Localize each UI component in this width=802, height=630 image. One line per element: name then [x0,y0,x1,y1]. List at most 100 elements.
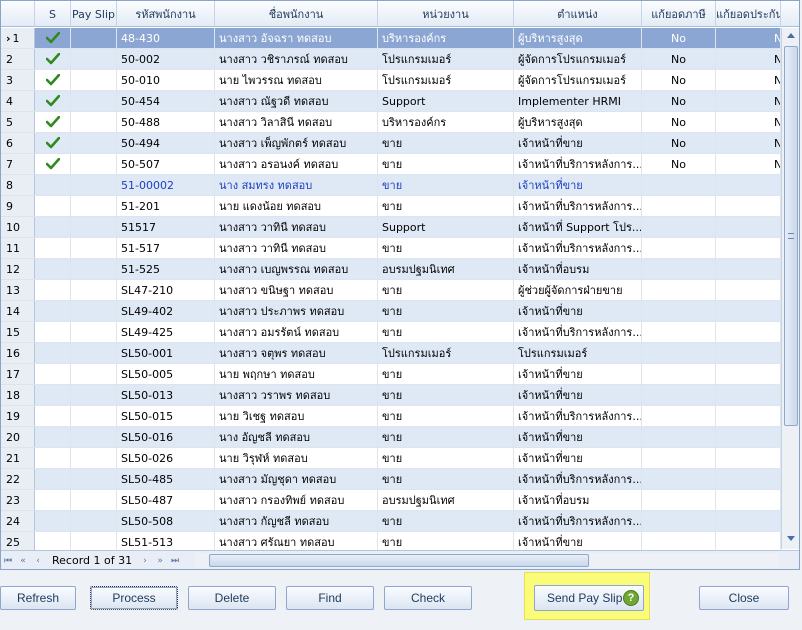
selected-checkmark[interactable] [35,364,71,384]
tax-edit-cell[interactable] [642,511,716,531]
table-row[interactable]: 10 51517 นางสาว วาทินี ทดสอบ Support เจ้าหน้… [1,217,781,238]
department-cell[interactable]: ขาย [378,511,514,531]
table-row[interactable]: 24 SL50-508 นางสาว กัญชลี ทดสอบ ขาย เจ้าหน้า… [1,511,781,532]
employee-name-cell[interactable]: นางสาว เพ็ญพักตร์ ทดสอบ [215,133,378,153]
employee-code-cell[interactable]: SL49-425 [117,322,215,342]
employee-code-cell[interactable]: 50-488 [117,112,215,132]
tax-edit-cell[interactable] [642,322,716,342]
selected-checkmark[interactable] [35,112,71,132]
scroll-down-icon[interactable] [787,536,795,541]
table-row[interactable]: 17 SL50-005 นาย พฤกษา ทดสอบ ขาย เจ้าหน้าที่ข… [1,364,781,385]
table-row[interactable]: 4 50-454 นางสาว ณัฐวดี ทดสอบ Support Impleme… [1,91,781,112]
employee-name-cell[interactable]: นางสาว วาทินี ทดสอบ [215,238,378,258]
payslip-cell[interactable] [71,385,117,405]
selected-checkmark[interactable] [35,427,71,447]
social-security-edit-cell[interactable] [716,301,781,321]
table-row[interactable]: 2 50-002 นางสาว วชิราภรณ์ ทดสอบ โปรแกรมเมอร… [1,49,781,70]
tax-edit-cell[interactable]: No [642,28,716,48]
last-record-icon[interactable]: ⏭ [168,554,182,568]
selected-checkmark[interactable] [35,280,71,300]
selected-checkmark[interactable] [35,175,71,195]
social-security-edit-cell[interactable] [716,280,781,300]
payslip-cell[interactable] [71,448,117,468]
position-cell[interactable]: เจ้าหน้าที่บริการหลังการ... [514,154,642,174]
table-row[interactable]: 13 SL47-210 นางสาว ขนิษฐา ทดสอบ ขาย ผู้ช่วยผ… [1,280,781,301]
department-cell[interactable]: ขาย [378,154,514,174]
department-cell[interactable]: อบรมปฐมนิเทศ [378,490,514,510]
selected-checkmark[interactable] [35,448,71,468]
department-cell[interactable]: ขาย [378,364,514,384]
position-cell[interactable]: เจ้าหน้าที่ขาย [514,175,642,195]
tax-edit-cell[interactable] [642,343,716,363]
position-cell[interactable]: Implementer HRMI [514,91,642,111]
tax-edit-cell[interactable] [642,217,716,237]
refresh-button[interactable]: Refresh [0,586,76,610]
column-header-name[interactable]: ชื่อพนักงาน [215,1,378,27]
previous-page-icon[interactable]: « [16,554,30,568]
employee-name-cell[interactable]: นางสาว วาทินี ทดสอบ [215,217,378,237]
position-cell[interactable]: ผู้บริหารสูงสุด [514,28,642,48]
tax-edit-cell[interactable]: No [642,49,716,69]
tax-edit-cell[interactable]: No [642,70,716,90]
social-security-edit-cell[interactable] [716,343,781,363]
position-cell[interactable]: เจ้าหน้าที่ขาย [514,133,642,153]
employee-grid[interactable]: S Pay Slip รหัสพนักงาน ชื่อพนักงาน หน่วยงานต… [0,0,800,570]
tax-edit-cell[interactable]: No [642,133,716,153]
selected-checkmark[interactable] [35,301,71,321]
vertical-scrollbar[interactable] [781,28,799,549]
employee-code-cell[interactable]: 50-454 [117,91,215,111]
employee-code-cell[interactable]: SL51-513 [117,532,215,552]
position-cell[interactable]: ผู้บริหารสูงสุด [514,112,642,132]
employee-name-cell[interactable]: นาย วิรุฬห์ ทดสอบ [215,448,378,468]
employee-name-cell[interactable]: นางสาว วราพร ทดสอบ [215,385,378,405]
employee-code-cell[interactable]: SL50-001 [117,343,215,363]
employee-code-cell[interactable]: SL50-485 [117,469,215,489]
selected-checkmark[interactable] [35,70,71,90]
payslip-cell[interactable] [71,364,117,384]
employee-code-cell[interactable]: 50-010 [117,70,215,90]
employee-code-cell[interactable]: SL50-508 [117,511,215,531]
social-security-edit-cell[interactable] [716,217,781,237]
social-security-edit-cell[interactable] [716,511,781,531]
position-cell[interactable]: เจ้าหน้าที่ขาย [514,448,642,468]
position-cell[interactable]: เจ้าหน้าที่ขาย [514,532,642,552]
employee-code-cell[interactable]: SL50-005 [117,364,215,384]
department-cell[interactable]: ขาย [378,427,514,447]
selected-checkmark[interactable] [35,343,71,363]
payslip-cell[interactable] [71,259,117,279]
employee-code-cell[interactable]: 51-201 [117,196,215,216]
employee-name-cell[interactable]: นาง อัญชลี ทดสอบ [215,427,378,447]
payslip-cell[interactable] [71,238,117,258]
selected-checkmark[interactable] [35,490,71,510]
social-security-edit-cell[interactable] [716,385,781,405]
selected-checkmark[interactable] [35,154,71,174]
payslip-cell[interactable] [71,49,117,69]
selected-checkmark[interactable] [35,259,71,279]
position-cell[interactable]: เจ้าหน้าที่บริการหลังการ... [514,406,642,426]
employee-code-cell[interactable]: 51-517 [117,238,215,258]
send-pay-slip-button[interactable]: Send Pay Slip ? [534,585,644,611]
tax-edit-cell[interactable] [642,469,716,489]
next-record-icon[interactable]: › [138,554,152,568]
employee-name-cell[interactable]: นางสาว อัจฉรา ทดสอบ [215,28,378,48]
position-cell[interactable]: โปรแกรมเมอร์ [514,343,642,363]
vertical-scroll-thumb[interactable] [784,46,798,426]
employee-name-cell[interactable]: นางสาว กัญชลี ทดสอบ [215,511,378,531]
employee-code-cell[interactable]: 50-494 [117,133,215,153]
payslip-cell[interactable] [71,175,117,195]
department-cell[interactable]: ขาย [378,469,514,489]
payslip-cell[interactable] [71,154,117,174]
position-cell[interactable]: เจ้าหน้าที่บริการหลังการ... [514,196,642,216]
selected-checkmark[interactable] [35,322,71,342]
department-cell[interactable]: โปรแกรมเมอร์ [378,70,514,90]
payslip-cell[interactable] [71,322,117,342]
selected-checkmark[interactable] [35,469,71,489]
tax-edit-cell[interactable] [642,448,716,468]
employee-name-cell[interactable]: นางสาว ศรัณยา ทดสอบ [215,532,378,552]
delete-button[interactable]: Delete [188,586,276,610]
tax-edit-cell[interactable] [642,175,716,195]
position-cell[interactable]: เจ้าหน้าที่บริการหลังการ... [514,511,642,531]
department-cell[interactable]: บริหารองค์กร [378,28,514,48]
employee-name-cell[interactable]: นาย แดงน้อย ทดสอบ [215,196,378,216]
social-security-edit-cell[interactable]: No [716,28,781,48]
